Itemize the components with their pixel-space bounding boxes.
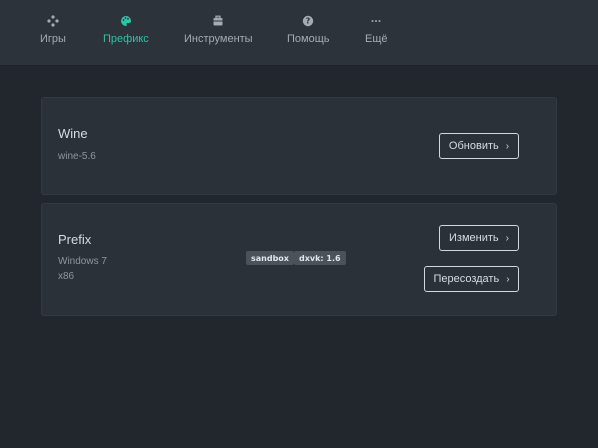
prefix-title: Prefix — [58, 232, 92, 247]
top-nav-bar: Игры Префикс Инструменты ? Помощь Ещё — [0, 0, 598, 66]
svg-text:?: ? — [306, 17, 311, 26]
nav-tab-more-label: Ещё — [365, 33, 388, 45]
nav-tab-more[interactable]: Ещё — [365, 14, 388, 45]
prefix-windows-version: Windows 7 — [58, 256, 107, 267]
sandbox-badge: sandbox — [246, 251, 294, 265]
nav-tab-tools-label: Инструменты — [184, 33, 253, 45]
palette-icon — [119, 14, 133, 28]
recreate-prefix-button-label: Пересоздать — [433, 273, 500, 285]
nav-tab-prefix-label: Префикс — [103, 33, 149, 45]
help-icon: ? — [301, 14, 315, 28]
chevron-right-icon: › — [505, 232, 509, 244]
nav-tab-tools[interactable]: Инструменты — [184, 14, 253, 45]
change-prefix-button[interactable]: Изменить › — [439, 225, 519, 251]
chevron-right-icon: › — [505, 140, 510, 152]
nav-tab-help[interactable]: ? Помощь — [287, 14, 330, 45]
wine-card: Wine wine-5.6 Обновить › — [41, 97, 557, 195]
chevron-right-icon: › — [506, 273, 510, 285]
recreate-prefix-button[interactable]: Пересоздать › — [424, 266, 519, 292]
update-wine-button[interactable]: Обновить › — [439, 133, 519, 159]
wine-title: Wine — [58, 126, 88, 141]
nav-tab-prefix[interactable]: Префикс — [103, 14, 149, 45]
nav-tab-games-label: Игры — [40, 33, 66, 45]
change-prefix-button-label: Изменить — [449, 232, 499, 244]
update-wine-button-label: Обновить — [448, 140, 499, 152]
wine-version: wine-5.6 — [58, 151, 96, 162]
prefix-arch: x86 — [58, 271, 75, 282]
nav-tab-games[interactable]: Игры — [40, 14, 66, 45]
gamepad-icon — [46, 14, 60, 28]
dxvk-badge: dxvk: 1.6 — [294, 251, 346, 265]
nav-tab-help-label: Помощь — [287, 33, 330, 45]
more-icon — [369, 14, 383, 28]
prefix-card: Prefix Windows 7 x86 sandbox dxvk: 1.6 И… — [41, 203, 557, 316]
toolbox-icon — [211, 14, 225, 28]
